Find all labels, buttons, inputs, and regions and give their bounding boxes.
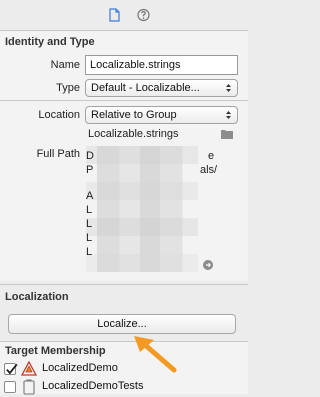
target-checkbox[interactable] (4, 381, 16, 393)
location-popup-value: Relative to Group (91, 109, 177, 121)
target-label: LocalizedDemo (42, 362, 118, 374)
target-label: LocalizedDemoTests (42, 380, 144, 392)
full-path-fragment: L (86, 232, 93, 244)
name-field[interactable] (85, 55, 238, 75)
annotation-arrow-icon (134, 336, 177, 373)
type-label: Type (56, 82, 80, 94)
localize-button[interactable]: Localize... (8, 314, 236, 334)
full-path-fragment: e (208, 150, 215, 162)
target-row-app[interactable]: LocalizedDemo (4, 361, 244, 379)
location-file-name: Localizable.strings (88, 128, 179, 140)
name-label: Name (50, 59, 80, 71)
location-label: Location (38, 109, 80, 121)
identity-inner-divider (0, 100, 248, 101)
popup-arrows-icon (226, 111, 231, 119)
full-path-fragment: L (86, 204, 93, 216)
target-checkbox[interactable] (4, 363, 18, 375)
full-path-fragment: P (86, 164, 94, 176)
target-row-tests[interactable]: LocalizedDemoTests (4, 379, 244, 397)
test-bundle-icon (23, 379, 35, 395)
quick-help-icon[interactable] (137, 8, 150, 22)
full-path-fragment: A (86, 190, 94, 202)
membership-section-title: Target Membership (5, 345, 106, 357)
full-path-fragment: als/ (200, 164, 218, 176)
inspector-selector-bar (0, 0, 248, 30)
full-path-value-blurred (86, 146, 198, 272)
full-path-fragment: L (86, 218, 93, 230)
type-popup[interactable]: Default - Localizable... (85, 79, 238, 97)
reveal-in-finder-icon[interactable] (203, 260, 213, 270)
type-popup-value: Default - Localizable... (91, 82, 200, 94)
folder-icon[interactable] (221, 129, 233, 139)
full-path-fragment: L (86, 246, 93, 258)
full-path-label: Full Path (36, 148, 80, 160)
full-path-fragment: D (86, 150, 94, 162)
localization-section-title: Localization (5, 291, 69, 303)
checkmark-icon (6, 363, 18, 375)
app-target-icon (21, 361, 37, 376)
identity-section-title: Identity and Type (5, 36, 95, 48)
popup-arrows-icon (226, 84, 231, 92)
file-inspector-icon[interactable] (108, 8, 121, 22)
location-popup[interactable]: Relative to Group (85, 106, 238, 124)
